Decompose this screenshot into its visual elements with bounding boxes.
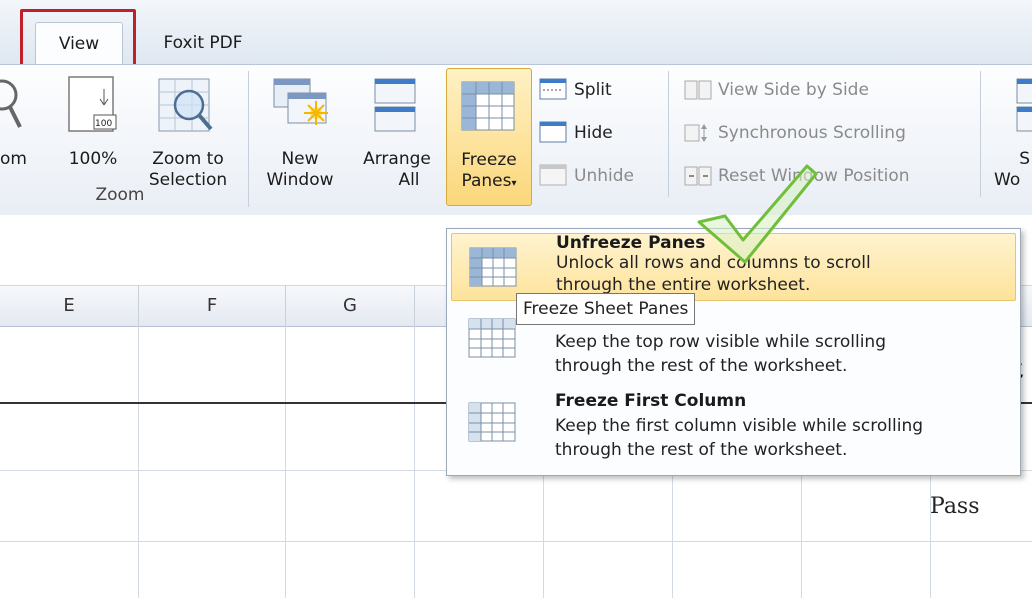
view-side-by-side-icon [684, 80, 712, 100]
save-workspace-label-1: S [1019, 149, 1030, 169]
zoom-100-button[interactable]: 100% [62, 149, 124, 170]
column-header-f[interactable]: F [139, 286, 286, 326]
arrange-all-button[interactable]: Arrange All [352, 149, 442, 191]
zoom-100-icon[interactable]: 100 [66, 75, 120, 135]
menu-item-freeze-first-column[interactable]: Freeze First Column Keep the first colum… [447, 389, 1020, 471]
column-header-g[interactable]: G [286, 286, 415, 326]
zoom-magnifier-icon [0, 79, 22, 128]
ribbon: om 100 100% Zoom to Selection Zoom New W… [0, 64, 1032, 216]
freeze-panes-icon [461, 81, 515, 131]
tab-foxit-pdf[interactable]: Foxit PDF [148, 22, 258, 64]
unhide-button[interactable]: Unhide [574, 165, 634, 187]
unhide-icon [539, 164, 567, 186]
grid-line [0, 541, 1032, 542]
freeze-top-row-desc-2: through the rest of the worksheet. [555, 356, 848, 376]
freeze-first-column-icon [468, 402, 516, 442]
freeze-first-column-desc-2: through the rest of the worksheet. [555, 440, 848, 460]
freeze-panes-label-2: Panes [461, 171, 512, 191]
save-workspace-button[interactable]: S Wo [990, 149, 1032, 191]
column-header-e[interactable]: E [0, 286, 139, 326]
grid-line [414, 326, 415, 598]
split-button[interactable]: Split [574, 79, 612, 101]
freeze-first-column-title: Freeze First Column [555, 391, 747, 411]
grid-line [285, 326, 286, 598]
dropdown-arrow-icon: ▾ [511, 178, 517, 189]
zoom-button-label[interactable]: om [0, 149, 27, 170]
hide-button[interactable]: Hide [574, 122, 613, 144]
view-side-by-side-button[interactable]: View Side by Side [718, 79, 869, 101]
save-workspace-icon[interactable] [1014, 75, 1032, 135]
ribbon-separator [248, 71, 249, 207]
zoom-to-selection-label-1: Zoom to [152, 149, 224, 169]
ribbon-tab-strip: View Foxit PDF [0, 0, 1032, 65]
arrange-all-icon[interactable] [372, 75, 418, 135]
new-window-label-1: New [281, 149, 319, 169]
freeze-top-row-icon [468, 318, 516, 358]
freeze-top-row-desc-1: Keep the top row visible while scrolling [555, 332, 886, 352]
new-window-label-2: Window [266, 170, 334, 190]
ribbon-separator [980, 71, 981, 197]
zoom-to-selection-icon[interactable] [155, 75, 217, 137]
new-window-icon[interactable] [272, 75, 332, 135]
checkmark-icon [697, 164, 818, 264]
grid-line [138, 326, 139, 598]
unfreeze-panes-icon [469, 247, 517, 287]
freeze-panes-label: Freeze Panes▾ [447, 150, 531, 194]
tooltip: Freeze Sheet Panes [516, 293, 696, 325]
hide-icon [539, 121, 567, 143]
cell-pass[interactable]: Pass [930, 494, 980, 519]
arrange-all-label-2: All [398, 170, 420, 190]
synchronous-scrolling-button[interactable]: Synchronous Scrolling [718, 122, 906, 144]
synchronous-scrolling-icon [684, 124, 707, 142]
zoom-group-label: Zoom [95, 185, 145, 205]
split-icon [539, 78, 567, 100]
freeze-panes-button[interactable]: Freeze Panes▾ [446, 68, 532, 206]
freeze-panes-label-1: Freeze [461, 150, 517, 170]
ribbon-separator [668, 71, 669, 197]
arrange-all-label-1: Arrange [363, 149, 431, 169]
save-workspace-label-2: Wo [994, 170, 1021, 190]
new-window-button[interactable]: New Window [256, 149, 344, 191]
svg-text:100: 100 [95, 119, 112, 129]
freeze-first-column-desc-1: Keep the first column visible while scro… [555, 416, 924, 436]
